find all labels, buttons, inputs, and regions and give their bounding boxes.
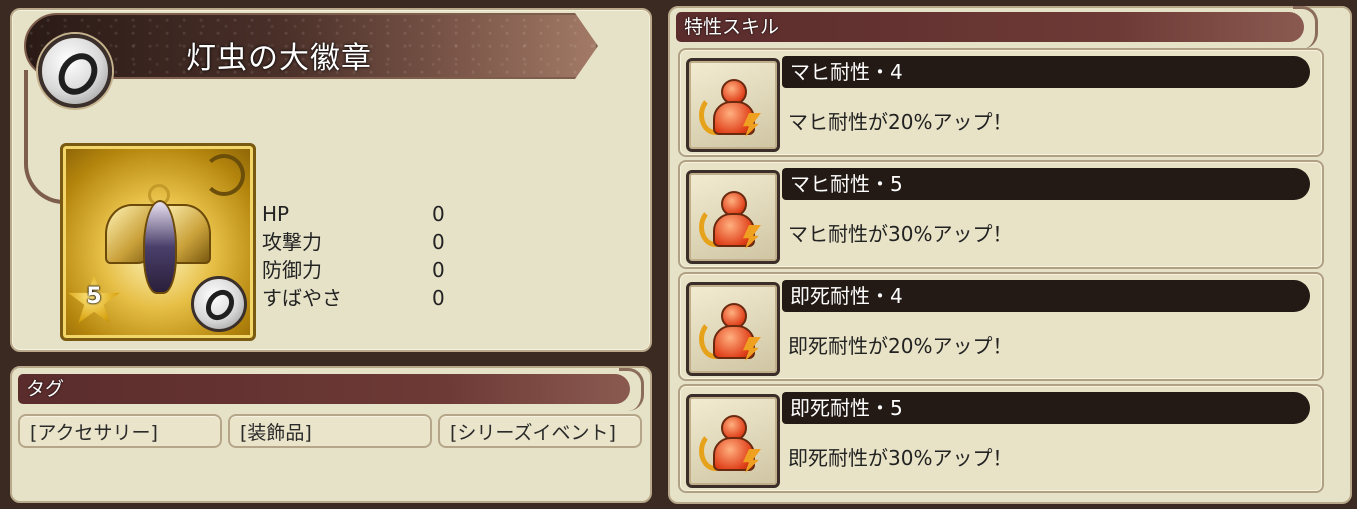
skill-title: マヒ耐性・4	[782, 56, 1310, 88]
skill-title: 即死耐性・4	[782, 280, 1310, 312]
portrait-type-badge	[191, 276, 247, 332]
item-portrait[interactable]: 5	[60, 143, 256, 341]
stat-value: 0	[432, 202, 445, 226]
ring-icon	[50, 45, 106, 103]
tag-series-event-button[interactable]: [シリーズイベント]	[438, 414, 642, 448]
medal-body	[143, 200, 177, 294]
skill-description: マヒ耐性が30%アップ！	[788, 222, 1013, 246]
skill-description: 即死耐性が30%アップ！	[788, 446, 1013, 470]
stat-value: 0	[432, 230, 445, 254]
tag-label: [装飾品]	[240, 422, 312, 444]
stats-table: HP 0 攻撃力 0 防御力 0 すばやさ 0	[262, 200, 462, 312]
skills-panel: 特性スキル マヒ耐性・4 マヒ耐性が20%アップ！ マヒ耐性・5 マヒ耐性が30…	[668, 6, 1352, 504]
ring-icon	[200, 284, 240, 326]
item-name: 灯虫の大徽章	[186, 41, 372, 76]
skill-card[interactable]: マヒ耐性・5 マヒ耐性が30%アップ！	[678, 160, 1324, 269]
skill-title: マヒ耐性・5	[782, 168, 1310, 200]
tag-ornament-button[interactable]: [装飾品]	[228, 414, 432, 448]
item-detail-card: 灯虫の大徽章 5 HP 0 攻撃力 0 防御力 0 すばやさ 0	[10, 8, 652, 352]
skill-card[interactable]: 即死耐性・5 即死耐性が30%アップ！	[678, 384, 1324, 493]
skills-header-label: 特性スキル	[684, 16, 780, 38]
stat-row-speed: すばやさ 0	[262, 284, 462, 312]
stat-value: 0	[432, 286, 445, 310]
stat-label: 防御力	[262, 258, 322, 282]
stat-row-attack: 攻撃力 0	[262, 228, 462, 256]
stat-label: HP	[262, 202, 290, 226]
stat-label: すばやさ	[262, 286, 342, 310]
medal-image	[105, 184, 211, 300]
skill-description: 即死耐性が20%アップ！	[788, 334, 1013, 358]
tag-label: [アクセサリー]	[30, 422, 158, 444]
tag-card: タグ [アクセサリー] [装飾品] [シリーズイベント]	[10, 366, 652, 503]
skill-card[interactable]: 即死耐性・4 即死耐性が20%アップ！	[678, 272, 1324, 381]
stat-value: 0	[432, 258, 445, 282]
header-curl-ornament	[619, 368, 644, 411]
tag-label: [シリーズイベント]	[450, 422, 616, 444]
stat-label: 攻撃力	[262, 230, 322, 254]
skills-header: 特性スキル	[676, 6, 1318, 49]
header-curl-ornament	[1293, 6, 1318, 49]
swirl-ornament-icon	[203, 154, 245, 196]
tag-header: タグ	[18, 368, 644, 411]
skill-title: 即死耐性・5	[782, 392, 1310, 424]
resistance-icon	[686, 282, 780, 376]
resistance-icon	[686, 58, 780, 152]
stat-row-hp: HP 0	[262, 200, 462, 228]
skill-card[interactable]: マヒ耐性・4 マヒ耐性が20%アップ！	[678, 48, 1324, 157]
rarity-value: 5	[86, 284, 102, 309]
skill-description: マヒ耐性が20%アップ！	[788, 110, 1013, 134]
tag-accessory-button[interactable]: [アクセサリー]	[18, 414, 222, 448]
stat-row-defense: 防御力 0	[262, 256, 462, 284]
resistance-icon	[686, 394, 780, 488]
tag-header-label: タグ	[26, 378, 65, 400]
resistance-icon	[686, 170, 780, 264]
accessory-type-badge	[38, 34, 112, 108]
